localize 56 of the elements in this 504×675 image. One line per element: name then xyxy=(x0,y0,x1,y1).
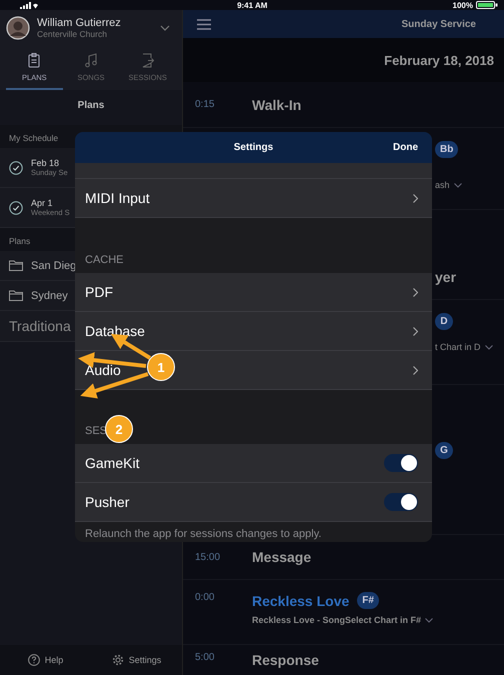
footnote-text: Relaunch the app for sessions changes to apply. xyxy=(84,527,322,542)
chevron-down-icon xyxy=(454,182,462,188)
battery-percent: 100% xyxy=(452,0,473,10)
check-circle-icon xyxy=(9,160,23,174)
clipboard-icon xyxy=(28,52,40,68)
chevron-down-icon xyxy=(425,618,434,622)
chevron-right-icon xyxy=(413,288,418,296)
avatar xyxy=(6,16,30,40)
item-length: 5:00 xyxy=(195,652,216,663)
settings-row[interactable]: MIDI Input xyxy=(75,179,432,218)
folder-icon xyxy=(9,260,23,271)
folder-icon xyxy=(9,290,23,301)
song-title[interactable]: Reckless Love xyxy=(252,592,350,608)
plan-title: Sunday Service xyxy=(402,18,476,30)
user-name: William Gutierrez xyxy=(37,17,121,29)
key-badge: D xyxy=(435,313,453,330)
arrangement-select[interactable]: t Chart in D xyxy=(435,342,493,352)
menu-icon[interactable] xyxy=(197,18,211,30)
chevron-right-icon xyxy=(413,326,418,336)
help-button[interactable]: Help xyxy=(0,645,91,675)
church-name: Centerville Church xyxy=(37,29,108,39)
check-circle-icon xyxy=(9,200,23,214)
item-length: 0:00 xyxy=(195,592,216,603)
item-length: 15:00 xyxy=(195,552,222,562)
status-time: 9:41 AM xyxy=(237,0,268,10)
toggle-switch[interactable] xyxy=(384,493,418,511)
user-header[interactable]: William Gutierrez Centerville Church xyxy=(0,10,182,46)
chevron-right-icon xyxy=(413,194,418,202)
section-header: CACHE xyxy=(85,254,124,266)
setting-label: Pusher xyxy=(85,494,130,510)
key-badge: Bb xyxy=(435,141,458,158)
key-badge: F# xyxy=(357,592,379,609)
help-icon xyxy=(28,654,40,666)
plan-date: February 18, 2018 xyxy=(183,38,504,82)
toggle-switch[interactable] xyxy=(384,454,418,472)
item-title[interactable]: Walk-In xyxy=(252,96,302,112)
settings-icon xyxy=(112,654,124,666)
item-title[interactable]: yer xyxy=(435,269,456,285)
panel-title: Plans xyxy=(76,99,106,113)
door-icon xyxy=(142,52,154,68)
settings-row[interactable]: PDF xyxy=(75,273,432,312)
arrangement-select[interactable]: ash xyxy=(435,180,462,190)
chevron-down-icon xyxy=(160,25,170,31)
item-title[interactable]: Response xyxy=(252,652,319,668)
chevron-down-icon xyxy=(484,344,493,350)
item-title[interactable]: Message xyxy=(252,549,312,565)
setting-label: GameKit xyxy=(85,455,140,471)
item-length: 0:15 xyxy=(195,99,216,110)
dialog-title: Settings xyxy=(234,142,274,153)
arrangement-select[interactable]: Reckless Love - SongSelect Chart in F# xyxy=(252,615,434,625)
battery-icon xyxy=(476,1,498,9)
done-button[interactable]: Done xyxy=(393,142,418,153)
music-note-icon xyxy=(85,52,97,68)
settings-button[interactable]: Settings xyxy=(91,645,182,675)
key-badge: G xyxy=(435,442,453,459)
chevron-right-icon xyxy=(413,366,418,374)
